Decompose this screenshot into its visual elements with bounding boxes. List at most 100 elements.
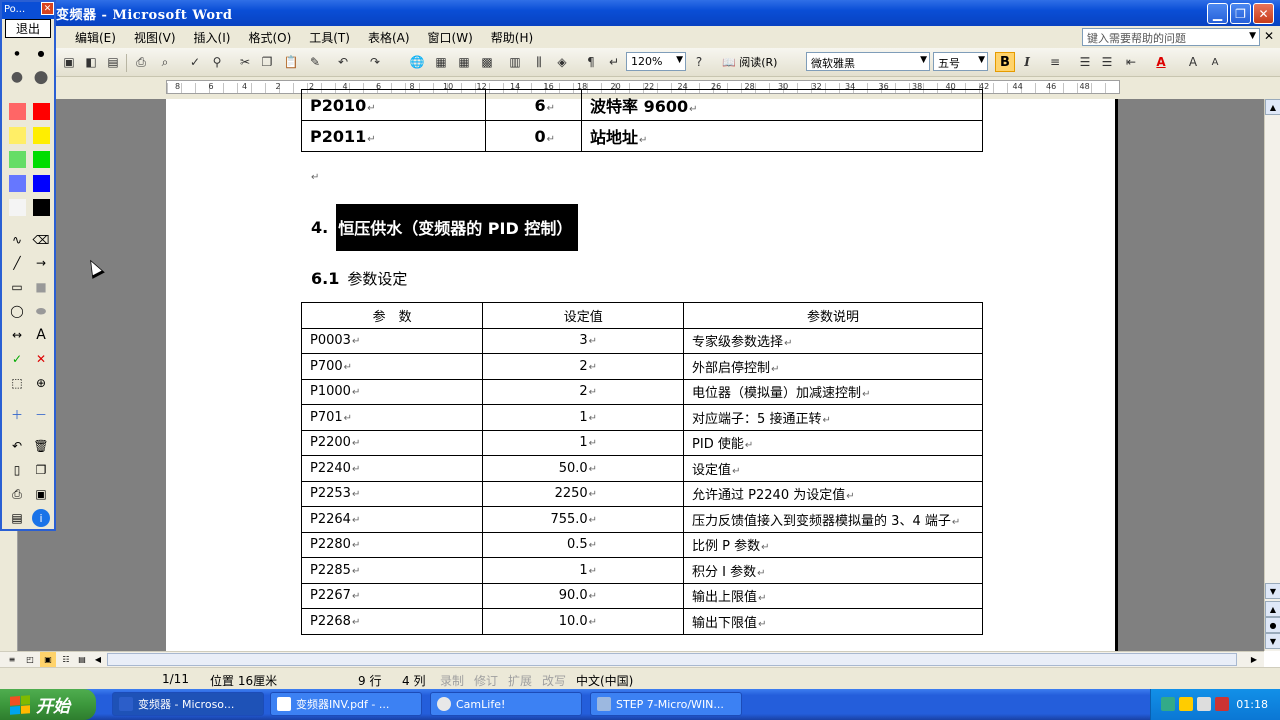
check-icon[interactable]: ✓ xyxy=(8,350,26,368)
copy-icon[interactable]: ❐ xyxy=(32,461,50,479)
line-icon[interactable]: ╱ xyxy=(8,254,26,272)
status-extend[interactable]: 扩展 xyxy=(508,672,532,689)
text-tool-icon[interactable]: A xyxy=(32,326,50,344)
taskbar-item-camlife[interactable]: CamLife! xyxy=(430,692,582,716)
align-justify-icon[interactable]: ≡ xyxy=(1046,53,1064,71)
outline-view-icon[interactable]: ☷ xyxy=(58,652,74,667)
cross-icon[interactable]: ✕ xyxy=(32,350,50,368)
font-color-button[interactable]: A xyxy=(1152,53,1170,71)
format-painter-icon[interactable]: ✎ xyxy=(306,53,324,71)
filled-rectangle-icon[interactable]: ■ xyxy=(32,278,50,296)
research-icon[interactable]: ⚲ xyxy=(208,53,226,71)
trash-icon[interactable]: 🗑 xyxy=(32,437,50,455)
permission-icon[interactable]: ◧ xyxy=(82,53,100,71)
show-hide-icon[interactable]: ¶ xyxy=(582,53,600,71)
paste-icon[interactable]: 📋 xyxy=(282,53,300,71)
close-button[interactable]: ✕ xyxy=(1253,3,1274,24)
freehand-icon[interactable]: ∿ xyxy=(8,231,26,249)
color-light-yellow[interactable] xyxy=(9,127,26,144)
rectangle-icon[interactable]: ▭ xyxy=(8,278,26,296)
bullets-icon[interactable]: ☰ xyxy=(1098,53,1116,71)
italic-button[interactable]: I xyxy=(1018,53,1036,71)
color-red[interactable] xyxy=(33,103,50,120)
scroll-left-icon[interactable]: ◀ xyxy=(90,652,106,667)
security-icon[interactable] xyxy=(1179,697,1193,711)
web-view-icon[interactable]: ◰ xyxy=(22,652,38,667)
decrease-indent-icon[interactable]: ⇤ xyxy=(1122,53,1140,71)
plus-icon[interactable]: ＋ xyxy=(8,405,26,423)
zoom-select[interactable]: 120% ▼ xyxy=(626,52,686,71)
menu-item[interactable]: 插入(I) xyxy=(185,29,240,46)
status-overtype[interactable]: 改写 xyxy=(542,672,566,689)
print-preview-icon[interactable]: ▤ xyxy=(104,53,122,71)
close-icon[interactable]: ✕ xyxy=(41,2,54,15)
scroll-right-icon[interactable]: ▶ xyxy=(1246,652,1262,667)
paragraph-mark-icon[interactable]: ↵ xyxy=(605,53,623,71)
taskbar-item-step7[interactable]: STEP 7-Micro/WIN... xyxy=(590,692,742,716)
vertical-scrollbar[interactable]: ▲ ▼ ▲ ● ▼ xyxy=(1264,99,1280,651)
screen-icon[interactable]: ▤ xyxy=(8,509,26,527)
save-icon[interactable]: ▣ xyxy=(32,485,50,503)
help-icon[interactable]: ? xyxy=(690,53,708,71)
menu-item[interactable]: 窗口(W) xyxy=(419,29,482,46)
doc-map-icon[interactable]: ◈ xyxy=(553,53,571,71)
color-green[interactable] xyxy=(33,151,50,168)
new-page-icon[interactable]: ▯ xyxy=(8,461,26,479)
color-light-red[interactable] xyxy=(9,103,26,120)
font-select[interactable]: 微软雅黑 ▼ xyxy=(806,52,930,71)
spelling-icon[interactable]: ✓ xyxy=(186,53,204,71)
pen-size-2-icon[interactable]: ● xyxy=(32,44,50,62)
browse-object-icon[interactable]: ● xyxy=(1265,617,1280,633)
color-light-blue[interactable] xyxy=(9,175,26,192)
exit-button[interactable]: 退出 xyxy=(5,19,51,38)
pen-size-1-icon[interactable]: ● xyxy=(8,44,26,62)
pen-size-3-icon[interactable]: ● xyxy=(8,68,26,86)
numbering-icon[interactable]: ☰ xyxy=(1076,53,1094,71)
section-heading-6-1[interactable]: 6.1 参数设定 xyxy=(311,268,407,289)
tables-borders-icon[interactable]: ▦ xyxy=(432,53,450,71)
color-light-green[interactable] xyxy=(9,151,26,168)
menu-item[interactable]: 帮助(H) xyxy=(482,29,542,46)
bold-button[interactable]: B xyxy=(995,52,1015,72)
chevron-down-icon[interactable]: ▼ xyxy=(1249,31,1256,41)
vertical-ruler[interactable] xyxy=(0,530,18,651)
print-view-icon[interactable]: ▣ xyxy=(40,652,56,667)
undo-icon[interactable]: ↶ xyxy=(334,53,352,71)
insert-table-icon[interactable]: ▦ xyxy=(455,53,473,71)
grow-font-icon[interactable]: A xyxy=(1184,53,1202,71)
copy-icon[interactable]: ❐ xyxy=(258,53,276,71)
normal-view-icon[interactable]: ≡ xyxy=(4,652,20,667)
status-track[interactable]: 修订 xyxy=(474,672,498,689)
insert-excel-icon[interactable]: ▩ xyxy=(478,53,496,71)
menu-item[interactable]: 编辑(E) xyxy=(66,29,125,46)
ellipse-icon[interactable]: ◯ xyxy=(8,302,26,320)
prev-page-icon[interactable]: ▲ xyxy=(1265,601,1280,617)
zoom-icon[interactable]: ⊕ xyxy=(32,374,50,392)
font-size-select[interactable]: 五号 ▼ xyxy=(933,52,988,71)
select-region-icon[interactable]: ⬚ xyxy=(8,374,26,392)
status-record[interactable]: 录制 xyxy=(440,672,464,689)
help-search-box[interactable]: 键入需要帮助的问题 ▼ xyxy=(1082,28,1260,46)
start-button[interactable]: 开始 xyxy=(0,689,96,720)
horizontal-scrollbar[interactable]: ≡ ◰ ▣ ☷ ▤ ◀ ▶ xyxy=(0,651,1264,667)
color-white[interactable] xyxy=(9,199,26,216)
minus-icon[interactable]: － xyxy=(32,405,50,423)
info-icon[interactable]: i xyxy=(32,509,50,527)
menu-item[interactable]: 工具(T) xyxy=(300,29,359,46)
read-mode-button[interactable]: 📖 阅读(R) xyxy=(722,54,777,70)
arrow-icon[interactable]: → xyxy=(32,254,50,272)
menu-item[interactable]: 视图(V) xyxy=(125,29,185,46)
reading-view-icon[interactable]: ▤ xyxy=(74,652,90,667)
doc-close-icon[interactable]: ✕ xyxy=(1264,29,1274,43)
color-yellow[interactable] xyxy=(33,127,50,144)
eraser-icon[interactable]: ⌫ xyxy=(32,231,50,249)
section-heading-4[interactable]: 4. 恒压供水（变频器的 PID 控制） xyxy=(311,204,579,251)
preview-icon[interactable]: ⌕ xyxy=(156,53,174,71)
print-icon[interactable]: ⎙ xyxy=(132,53,150,71)
color-blue[interactable] xyxy=(33,175,50,192)
shrink-font-icon[interactable]: A xyxy=(1206,53,1224,71)
menu-item[interactable]: 格式(O) xyxy=(239,29,300,46)
network-icon[interactable] xyxy=(1161,697,1175,711)
double-arrow-icon[interactable]: ↔ xyxy=(8,326,26,344)
undo-icon[interactable]: ↶ xyxy=(8,437,26,455)
